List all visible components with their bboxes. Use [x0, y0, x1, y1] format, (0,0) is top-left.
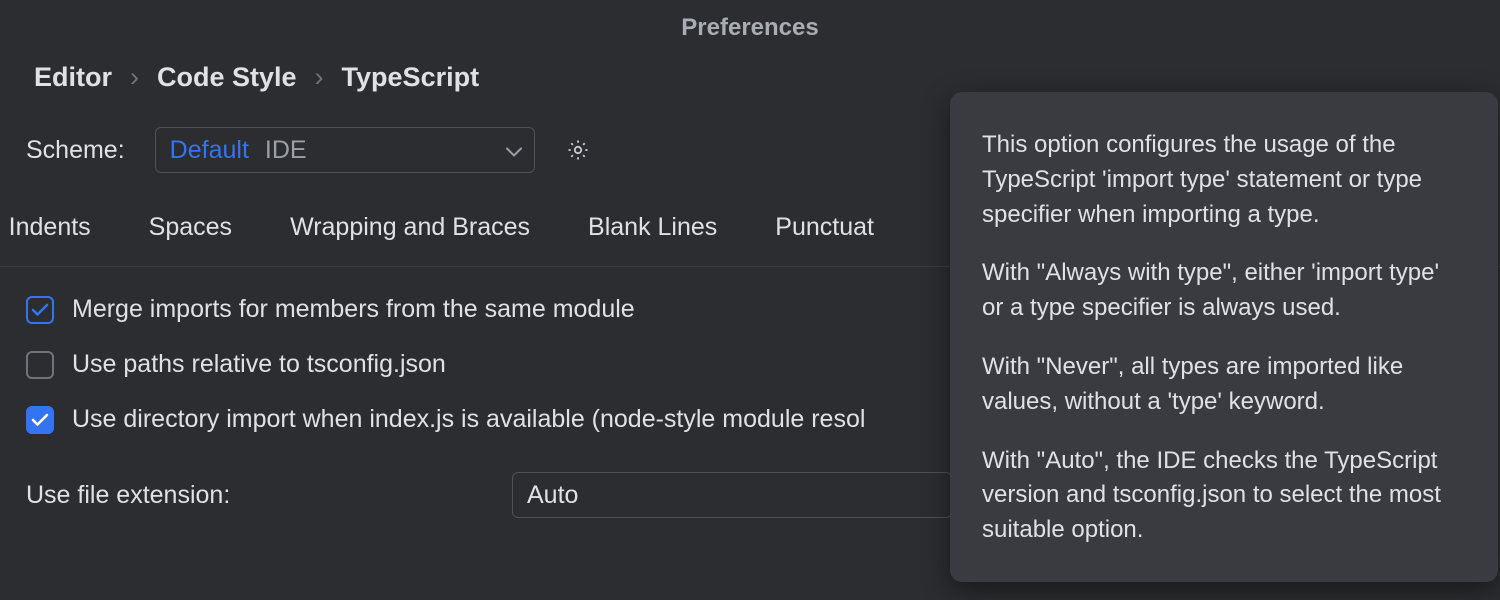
- chevron-down-icon: [506, 136, 522, 165]
- breadcrumb-item-code-style[interactable]: Code Style: [157, 62, 297, 93]
- chevron-right-icon: ›: [315, 62, 324, 93]
- scheme-select[interactable]: Default IDE: [155, 127, 535, 173]
- checkbox-dir-import[interactable]: [26, 406, 54, 434]
- option-merge-imports-label: Merge imports for members from the same …: [72, 295, 635, 324]
- option-paths-relative-label: Use paths relative to tsconfig.json: [72, 350, 446, 379]
- option-dir-import-label: Use directory import when index.js is av…: [72, 405, 865, 434]
- tooltip-paragraph: This option configures the usage of the …: [982, 128, 1466, 232]
- tooltip-paragraph: With "Auto", the IDE checks the TypeScri…: [982, 444, 1466, 548]
- tab-blank-lines[interactable]: Blank Lines: [588, 213, 717, 248]
- tooltip-paragraph: With "Always with type", either 'import …: [982, 256, 1466, 326]
- scheme-selected: Default: [170, 136, 249, 165]
- chevron-right-icon: ›: [130, 62, 139, 93]
- tab-punctuation[interactable]: Punctuat: [775, 213, 874, 248]
- tab-indents[interactable]: and Indents: [0, 213, 91, 248]
- checkbox-paths-relative[interactable]: [26, 351, 54, 379]
- tab-wrapping[interactable]: Wrapping and Braces: [290, 213, 530, 248]
- tooltip-paragraph: With "Never", all types are imported lik…: [982, 350, 1466, 420]
- file-extension-label: Use file extension:: [26, 481, 230, 510]
- file-extension-select[interactable]: Auto: [512, 472, 952, 518]
- tab-spaces[interactable]: Spaces: [149, 213, 232, 248]
- window-title: Preferences: [0, 0, 1500, 62]
- help-tooltip: This option configures the usage of the …: [950, 92, 1498, 582]
- file-extension-value: Auto: [527, 481, 578, 510]
- scheme-scope: IDE: [265, 136, 307, 165]
- breadcrumb-item-editor[interactable]: Editor: [34, 62, 112, 93]
- gear-icon[interactable]: [565, 137, 591, 163]
- scheme-label: Scheme:: [26, 136, 125, 165]
- checkbox-merge-imports[interactable]: [26, 296, 54, 324]
- breadcrumb-item-typescript[interactable]: TypeScript: [342, 62, 480, 93]
